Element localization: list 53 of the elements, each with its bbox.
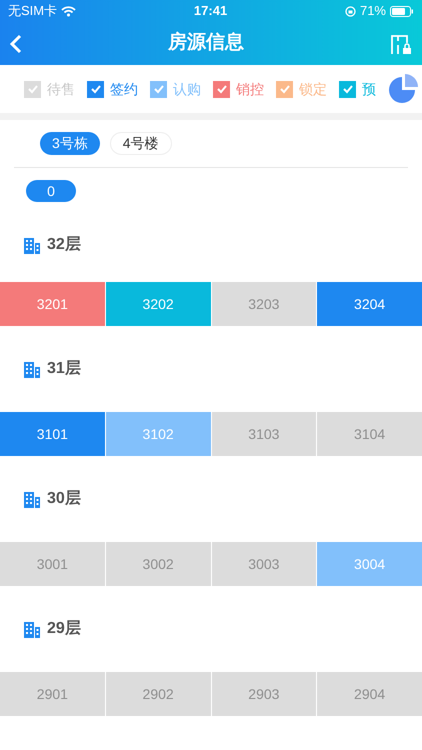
checkbox[interactable] xyxy=(339,80,356,98)
wifi-icon xyxy=(61,6,76,16)
room-cell[interactable]: 2903 xyxy=(212,672,316,716)
building-icon xyxy=(23,236,41,254)
back-icon[interactable] xyxy=(10,34,22,54)
checkbox[interactable] xyxy=(276,80,293,98)
floor-label: 29层 xyxy=(47,619,81,639)
room-cell[interactable]: 3104 xyxy=(317,412,422,456)
room-cell[interactable]: 3103 xyxy=(212,412,316,456)
room-cell[interactable]: 3002 xyxy=(106,542,210,586)
floor-label: 30层 xyxy=(47,489,81,509)
room-cell[interactable]: 3204 xyxy=(317,282,422,326)
checkmark-icon xyxy=(278,83,290,95)
checkbox[interactable] xyxy=(150,80,167,98)
checkbox[interactable] xyxy=(213,80,230,98)
legend-label: 销控 xyxy=(236,80,264,98)
legend-label: 签约 xyxy=(110,80,138,98)
room-cell[interactable]: 2901 xyxy=(0,672,105,716)
room-cell[interactable]: 2902 xyxy=(106,672,210,716)
carrier-text: 无SIM卡 xyxy=(8,2,58,20)
room-cell[interactable]: 3102 xyxy=(106,412,210,456)
building-icon xyxy=(23,360,41,378)
page-title: 房源信息 xyxy=(168,30,244,56)
room-cell[interactable]: 3101 xyxy=(0,412,105,456)
legend-label: 认购 xyxy=(173,80,201,98)
checkmark-icon xyxy=(26,83,38,95)
rotation-lock-icon xyxy=(344,6,356,16)
room-cell[interactable]: 3201 xyxy=(0,282,105,326)
floor-label: 32层 xyxy=(47,235,81,255)
room-cell[interactable]: 3203 xyxy=(212,282,316,326)
pie-chart-icon[interactable] xyxy=(388,73,420,105)
floor-plan-lock-icon[interactable] xyxy=(390,32,412,54)
room-cell[interactable]: 3003 xyxy=(212,542,316,586)
room-cell[interactable]: 2904 xyxy=(317,672,422,716)
checkmark-icon xyxy=(216,83,228,95)
room-cell[interactable]: 3004 xyxy=(317,542,422,586)
checkmark-icon xyxy=(152,83,164,95)
checkmark-icon xyxy=(90,83,102,95)
legend-label: 锁定 xyxy=(299,80,327,98)
clock-text: 17:41 xyxy=(194,2,228,20)
building-tab[interactable]: 4号楼 xyxy=(110,132,172,155)
battery-text: 71% xyxy=(360,2,386,20)
floor-label: 31层 xyxy=(47,359,81,379)
room-cell[interactable]: 3001 xyxy=(0,542,105,586)
checkmark-icon xyxy=(342,83,354,95)
building-tab[interactable]: 3号栋 xyxy=(40,132,100,155)
building-icon xyxy=(23,620,41,638)
building-icon xyxy=(23,490,41,508)
checkbox[interactable] xyxy=(87,80,104,98)
unit-tab[interactable]: 0 xyxy=(26,180,76,202)
legend-label: 预 xyxy=(362,80,376,98)
room-cell[interactable]: 3202 xyxy=(106,282,210,326)
battery-icon xyxy=(390,6,414,16)
